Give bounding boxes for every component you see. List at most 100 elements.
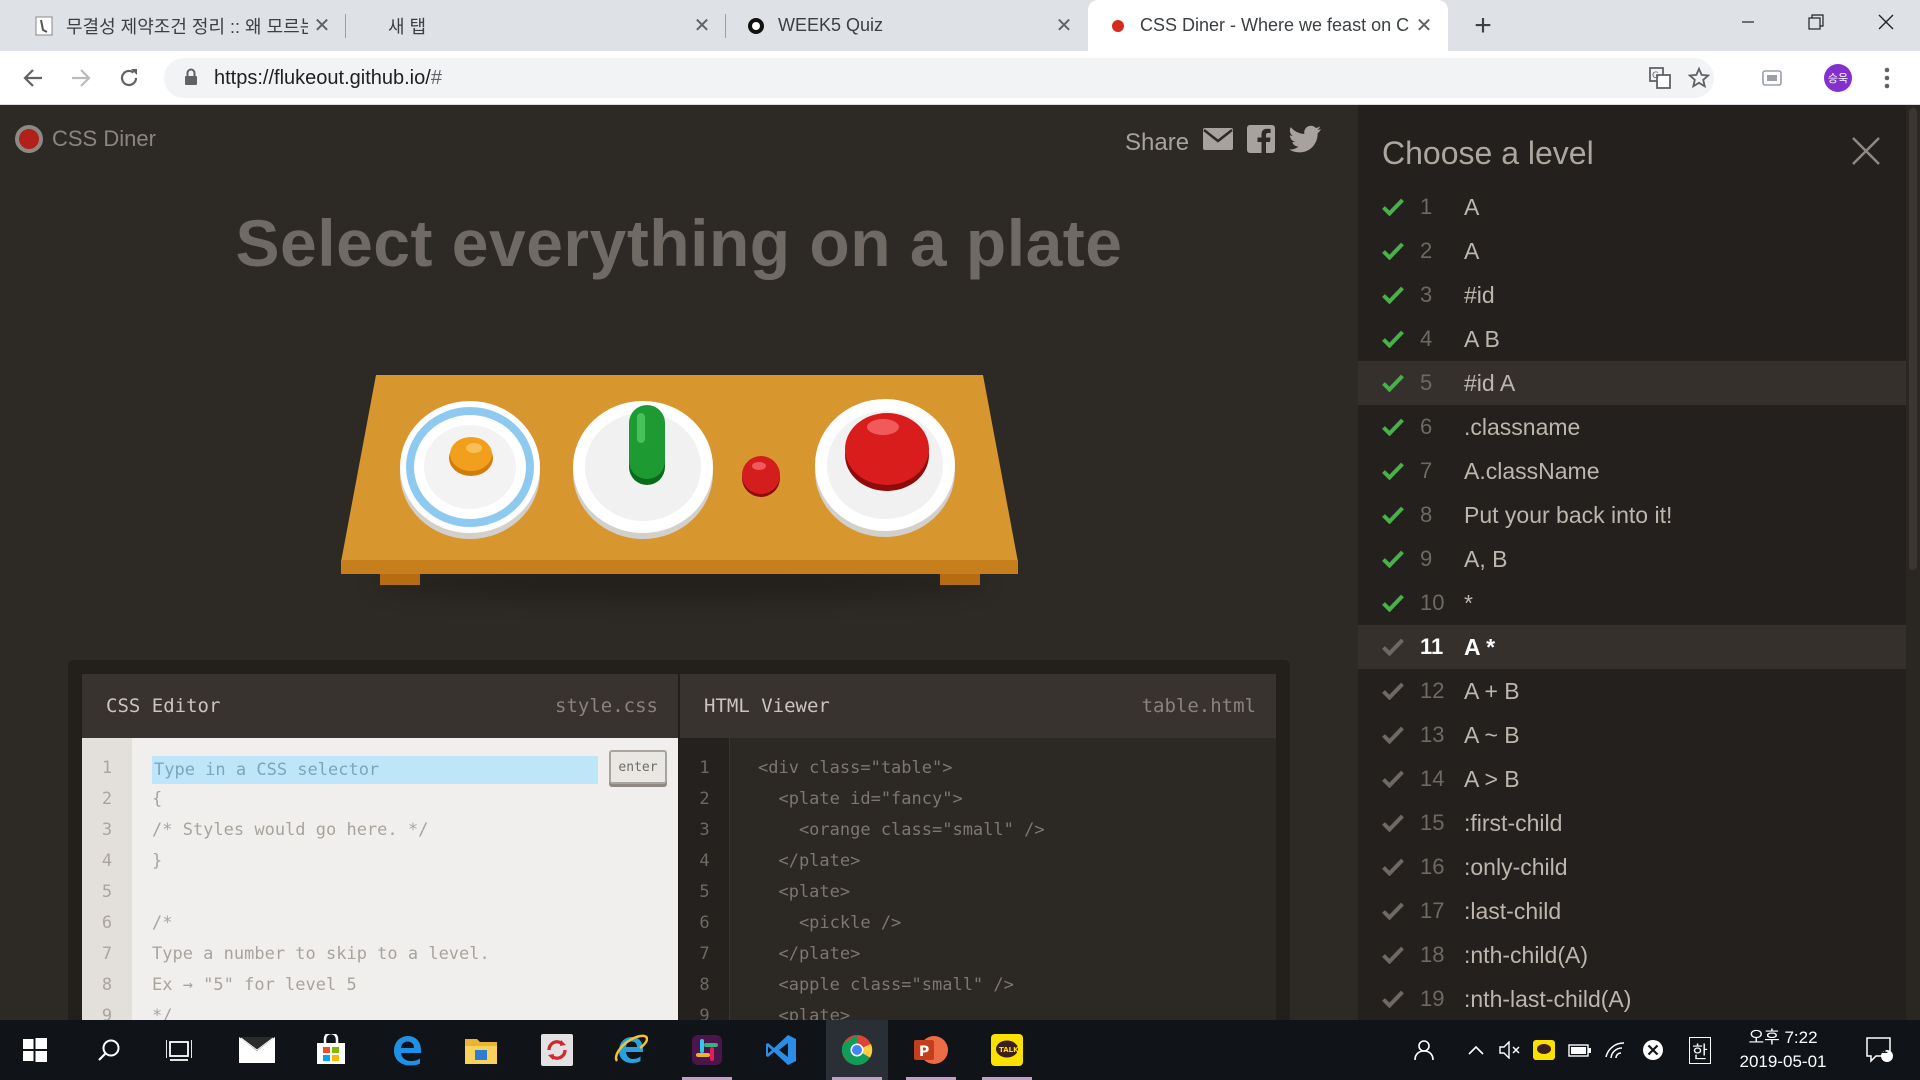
tab-css-diner[interactable]: CSS Diner - Where we feast on CSS Select…	[1088, 0, 1448, 51]
powerpoint-app-icon[interactable]: P	[900, 1020, 962, 1080]
facebook-icon[interactable]	[1247, 125, 1276, 160]
back-arrow-icon[interactable]	[16, 61, 50, 95]
chevron-up-icon[interactable]	[1462, 1020, 1490, 1080]
code-line: Type a number to skip to a level.	[152, 944, 490, 964]
task-view-icon[interactable]	[148, 1020, 210, 1080]
twitter-icon[interactable]	[1289, 125, 1322, 160]
level-item[interactable]: 3 #id	[1358, 273, 1906, 317]
slack-app-icon[interactable]	[676, 1020, 738, 1080]
css-selector-input[interactable]	[152, 756, 598, 784]
level-item[interactable]: 17:last-child	[1358, 889, 1906, 933]
markup-line-plate[interactable]: <plate>	[758, 1001, 1045, 1020]
notification-center-icon[interactable]: 1	[1858, 1020, 1902, 1080]
line-number: 7	[699, 944, 710, 964]
code-line: {	[152, 789, 163, 809]
internet-explorer-icon[interactable]	[600, 1020, 662, 1080]
kakaotalk-tray-icon[interactable]	[1530, 1020, 1558, 1080]
tab-close-icon[interactable]: ✕	[1050, 12, 1078, 40]
brand-logo[interactable]: CSS Diner	[15, 125, 156, 153]
pickle[interactable]	[625, 403, 669, 487]
start-windows-icon[interactable]	[4, 1020, 66, 1080]
network-blocked-icon[interactable]	[1638, 1020, 1668, 1080]
mail-app-icon[interactable]	[226, 1020, 288, 1080]
edge-browser-icon[interactable]	[376, 1020, 438, 1080]
window-close-icon[interactable]	[1856, 0, 1916, 44]
tab-close-icon[interactable]: ✕	[1410, 12, 1438, 40]
markup-line-table[interactable]: <div class="table">	[758, 753, 1045, 784]
level-item[interactable]: 8 Put your back into it!	[1358, 493, 1906, 537]
battery-icon[interactable]	[1566, 1020, 1594, 1080]
file-explorer-icon[interactable]	[450, 1020, 512, 1080]
level-item[interactable]: 16:only-child	[1358, 845, 1906, 889]
level-list-scrollbar[interactable]	[1906, 105, 1920, 1020]
markup-line-orange[interactable]: <orange class="small" />	[758, 815, 1045, 846]
vscode-app-icon[interactable]	[750, 1020, 812, 1080]
tab-close-icon[interactable]: ✕	[688, 12, 716, 40]
level-item[interactable]: 18:nth-child(A)	[1358, 933, 1906, 977]
restore-icon[interactable]	[1786, 0, 1846, 44]
diner-logo-icon	[15, 125, 43, 153]
orange-small[interactable]	[447, 433, 495, 479]
tab-close-icon[interactable]: ✕	[308, 12, 336, 40]
markup-line-apple[interactable]: <apple class="small" />	[758, 970, 1045, 1001]
store-app-icon[interactable]	[300, 1020, 362, 1080]
checkmark-icon	[1382, 726, 1412, 744]
wifi-icon[interactable]	[1600, 1020, 1630, 1080]
apple[interactable]	[843, 409, 931, 493]
chrome-app-icon[interactable]	[826, 1020, 888, 1080]
url-host: https://flukeout.github.io/	[214, 67, 431, 89]
menu-kebab-icon[interactable]	[1870, 61, 1904, 95]
level-item[interactable]: 9 A, B	[1358, 537, 1906, 581]
ime-indicator[interactable]: 한	[1684, 1020, 1716, 1080]
level-item[interactable]: 6 .classname	[1358, 405, 1906, 449]
css-editor-header: CSS Editor style.css	[82, 674, 678, 738]
kakaotalk-app-icon[interactable]: TALK	[976, 1020, 1038, 1080]
markup-line-plate[interactable]: <plate>	[758, 877, 1045, 908]
level-item[interactable]: 15:first-child	[1358, 801, 1906, 845]
level-item[interactable]: 13 A ~ B	[1358, 713, 1906, 757]
level-item[interactable]: 14 A > B	[1358, 757, 1906, 801]
markup-line-close-plate[interactable]: </plate>	[758, 939, 1045, 970]
profile-avatar[interactable]: 승욱	[1821, 61, 1855, 95]
bookmark-star-icon[interactable]	[1682, 61, 1716, 95]
sync-app-icon[interactable]	[526, 1020, 588, 1080]
clock[interactable]: 오후 7:22 2019-05-01	[1728, 1026, 1838, 1074]
markup-line-close-plate[interactable]: </plate>	[758, 846, 1045, 877]
svg-text:TALK: TALK	[999, 1046, 1019, 1054]
tab-integrity[interactable]: 무결성 제약조건 정리 :: 왜 모르는가 ✕	[6, 0, 346, 51]
reload-icon[interactable]	[112, 61, 146, 95]
tab-week5-quiz[interactable]: WEEK5 Quiz ✕	[726, 0, 1088, 51]
level-item[interactable]: 4 A B	[1358, 317, 1906, 361]
translate-icon[interactable]: G	[1643, 61, 1677, 95]
enter-button[interactable]: enter	[609, 750, 667, 784]
cast-icon[interactable]	[1755, 61, 1789, 95]
level-item[interactable]: 12 A + B	[1358, 669, 1906, 713]
markup-line-pickle[interactable]: <pickle />	[758, 908, 1045, 939]
level-item[interactable]: 5 #id A	[1358, 361, 1906, 405]
address-bar[interactable]: https://flukeout.github.io/# G	[164, 58, 1714, 98]
level-item[interactable]: 19:nth-last-child(A)	[1358, 977, 1906, 1020]
level-item[interactable]: 2A	[1358, 229, 1906, 273]
level-selector: A + B	[1464, 677, 1520, 704]
level-item[interactable]: 7 A.className	[1358, 449, 1906, 493]
email-icon[interactable]	[1203, 128, 1234, 157]
apple-small[interactable]	[738, 453, 784, 499]
brand-title: CSS Diner	[52, 126, 156, 151]
level-number: 13	[1420, 722, 1445, 747]
search-icon[interactable]	[78, 1020, 140, 1080]
volume-muted-icon[interactable]	[1496, 1020, 1524, 1080]
level-selector: :first-child	[1464, 809, 1563, 836]
tab-new-tab[interactable]: 새 탭 ✕	[346, 0, 726, 51]
level-item[interactable]: 11 A *	[1358, 625, 1906, 669]
level-number: 11	[1420, 634, 1444, 659]
scrollbar-thumb[interactable]	[1909, 108, 1917, 570]
minimize-icon[interactable]	[1718, 0, 1778, 44]
level-item[interactable]: 10 *	[1358, 581, 1906, 625]
markup-line-fancy-plate[interactable]: <plate id="fancy">	[758, 784, 1045, 815]
css-diner-page: CSS Diner Share Select everything on a p…	[0, 105, 1920, 1020]
forward-arrow-icon[interactable]	[64, 61, 98, 95]
people-icon[interactable]	[1406, 1020, 1442, 1080]
close-icon[interactable]	[1844, 129, 1888, 173]
new-tab-button[interactable]: +	[1466, 9, 1500, 43]
level-item[interactable]: 1A	[1358, 185, 1906, 229]
